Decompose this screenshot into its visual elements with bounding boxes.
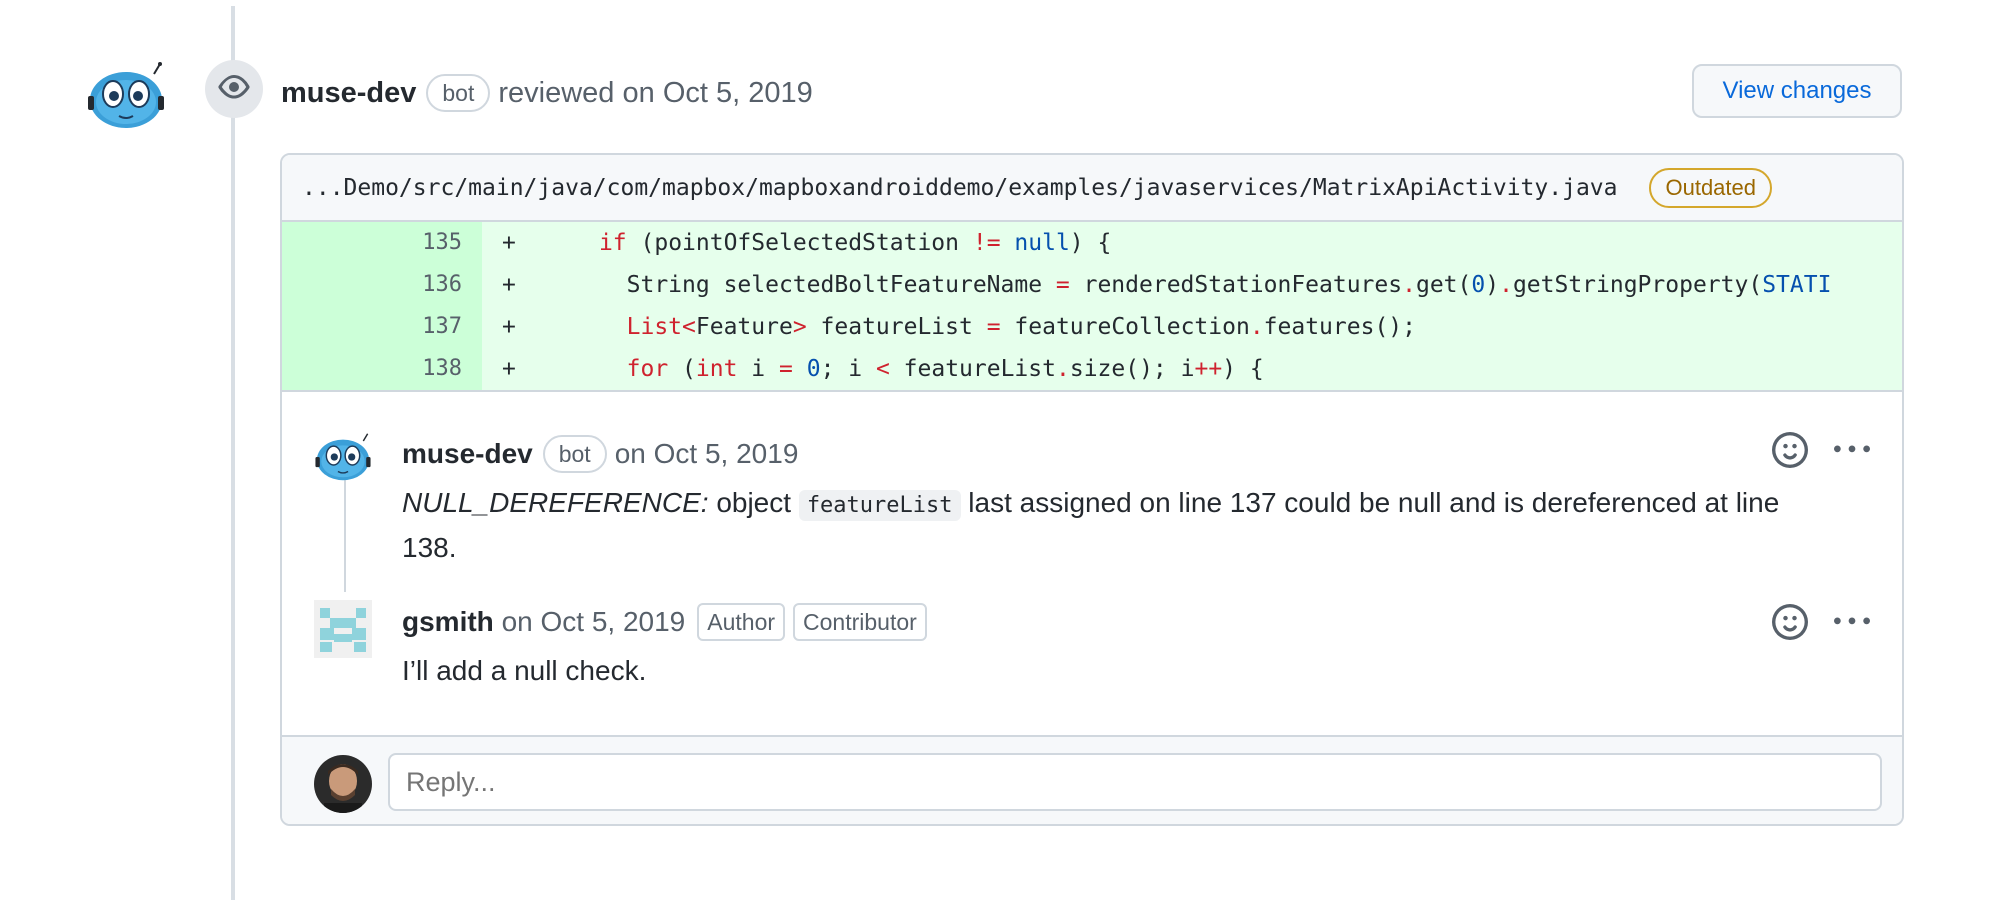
comment-text: object <box>716 487 792 518</box>
gsmith-avatar[interactable] <box>314 600 372 658</box>
outdated-label: Outdated <box>1649 167 1772 208</box>
review-thread-panel: ...Demo/src/main/java/com/mapbox/mapboxa… <box>280 153 1904 826</box>
review-author-link[interactable]: muse-dev <box>281 77 416 110</box>
contributor-label: Contributor <box>793 603 927 641</box>
muse-dev-avatar[interactable] <box>314 432 372 490</box>
comment-author-link[interactable]: muse-dev <box>402 438 533 470</box>
diff-line: 137 + List<Feature> featureList = featur… <box>282 306 1902 348</box>
code-line: + if (pointOfSelectedStation != null) { <box>482 230 1902 256</box>
bot-label: bot <box>542 435 607 473</box>
file-header: ...Demo/src/main/java/com/mapbox/mapboxa… <box>282 155 1902 222</box>
diff-sign: + <box>502 314 516 340</box>
code-line: + List<Feature> featureList = featureCol… <box>482 314 1902 340</box>
code-line: + for (int i = 0; i < featureList.size()… <box>482 356 1902 382</box>
line-number[interactable]: 136 <box>282 264 482 306</box>
timeline-line <box>231 6 235 900</box>
eye-icon <box>218 71 250 108</box>
comment-thread: muse-dev bot on Oct 5, 2019 NULL_DEREFER… <box>282 390 1902 738</box>
review-header: muse-dev bot reviewed on Oct 5, 2019 <box>281 66 813 120</box>
code-content: String selectedBoltFeatureName = rendere… <box>515 272 1832 298</box>
review-state-badge <box>205 60 263 118</box>
comment-date-link[interactable]: on Oct 5, 2019 <box>615 438 799 470</box>
diff-line: 138 + for (int i = 0; i < featureList.si… <box>282 348 1902 390</box>
line-number[interactable]: 138 <box>282 348 482 390</box>
comment-body: I’ll add a null check. <box>402 655 647 686</box>
file-path-link[interactable]: ...Demo/src/main/java/com/mapbox/mapboxa… <box>302 175 1617 201</box>
comment-author-link[interactable]: gsmith <box>402 606 494 638</box>
comment-date-link[interactable]: on Oct 5, 2019 <box>502 606 686 638</box>
comment-actions <box>1772 604 1870 645</box>
smiley-icon[interactable] <box>1772 604 1808 645</box>
line-number[interactable]: 137 <box>282 306 482 348</box>
review-action-text: reviewed <box>498 76 615 109</box>
muse-dev-avatar[interactable] <box>86 62 166 130</box>
diff-sign: + <box>502 356 516 382</box>
current-user-avatar <box>314 755 372 813</box>
view-changes-button[interactable]: View changes <box>1692 64 1902 118</box>
comment-header: muse-dev bot on Oct 5, 2019 <box>402 432 798 476</box>
kebab-horizontal-icon[interactable] <box>1834 604 1870 645</box>
comment-header: gsmith on Oct 5, 2019 Author Contributor <box>402 600 927 644</box>
code-line: + String selectedBoltFeatureName = rende… <box>482 272 1902 298</box>
comment-actions <box>1772 432 1870 473</box>
kebab-horizontal-icon[interactable] <box>1834 432 1870 473</box>
line-number[interactable]: 135 <box>282 222 482 264</box>
diff-sign: + <box>502 230 516 256</box>
issue-type: NULL_DEREFERENCE: <box>402 487 709 518</box>
comment-body: NULL_DEREFERENCE: object featureList las… <box>402 482 1822 569</box>
diff-hunk: 135 + if (pointOfSelectedStation != null… <box>282 222 1902 390</box>
diff-line: 136 + String selectedBoltFeatureName = r… <box>282 264 1902 306</box>
code-content: List<Feature> featureList = featureColle… <box>626 314 1416 340</box>
diff-line: 135 + if (pointOfSelectedStation != null… <box>282 222 1902 264</box>
inline-code: featureList <box>798 490 961 521</box>
code-content: if (pointOfSelectedStation != null) { <box>598 230 1112 256</box>
review-date-link[interactable]: on Oct 5, 2019 <box>623 77 813 110</box>
smiley-icon[interactable] <box>1772 432 1808 473</box>
bot-label: bot <box>426 74 491 112</box>
code-content: for (int i = 0; i < featureList.size(); … <box>626 356 1264 382</box>
diff-sign: + <box>502 272 516 298</box>
reply-input[interactable] <box>388 753 1882 811</box>
author-label: Author <box>697 603 786 641</box>
reply-bar <box>282 735 1902 824</box>
